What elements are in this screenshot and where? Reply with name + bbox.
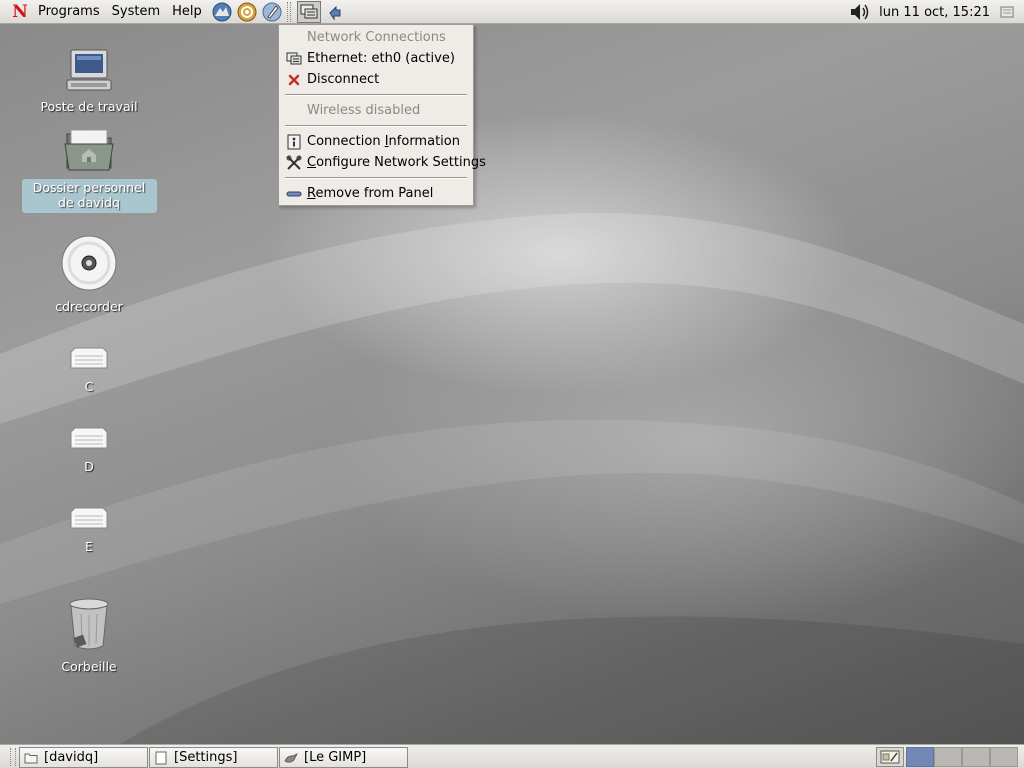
taskbar-button-label: [Settings] [174,750,238,765]
trash-icon [67,596,111,656]
desktop-icon-label: Dossier personnel de davidq [21,179,157,213]
menu-item-connection-information[interactable]: Connection Information [279,131,473,152]
desktop-icon-drive-c[interactable]: C [21,340,157,394]
desktop-icon-computer[interactable]: Poste de travail [21,48,157,114]
desktop-icon-label: Poste de travail [40,99,138,114]
taskbar-button-label: [davidq] [44,750,99,765]
computer-icon [65,48,113,96]
show-desktop-button[interactable] [876,747,904,767]
network-monitor-icon[interactable] [296,0,321,23]
menu-item-label: Ethernet: eth0 (active) [307,51,455,66]
panel-separator [286,1,291,22]
menu-item-ethernet[interactable]: Ethernet: eth0 (active) [279,48,473,69]
desktop-icon-home-folder[interactable]: Dossier personnel de davidq [21,128,157,213]
network-card-icon [286,51,302,67]
show-desktop-icon [880,750,900,764]
taskbar-button-label: [Le GIMP] [304,750,367,765]
desktop-icon-label: E [85,539,93,554]
network-connections-menu: Network Connections Ethernet: eth0 (acti… [278,24,486,206]
drive-icon [69,426,109,456]
desktop-icon-drive-e[interactable]: E [21,500,157,554]
menu-system[interactable]: System [106,0,166,24]
desktop-icon-cdrecorder[interactable]: cdrecorder [21,235,157,314]
text-editor-icon[interactable] [261,1,283,23]
desktop-icon-drive-d[interactable]: D [21,420,157,474]
workspace-1[interactable] [906,747,934,767]
info-document-icon [286,134,302,150]
menu-item-configure-network[interactable]: Configure Network Settings [279,152,486,173]
menu-header-network-connections: Network Connections [307,30,446,45]
menu-help[interactable]: Help [166,0,208,24]
notification-area-icon[interactable] [1000,6,1014,18]
close-icon [286,72,302,88]
taskbar-button-gimp[interactable]: [Le GIMP] [279,747,408,768]
remove-icon [286,186,302,202]
desktop-icon-trash[interactable]: Corbeille [21,598,157,674]
drive-icon [69,506,109,536]
menu-programs[interactable]: Programs [32,0,106,24]
document-icon [154,751,168,765]
menu-item-label: Disconnect [307,72,380,87]
desktop-icon-label: Corbeille [61,659,117,674]
web-browser-icon[interactable] [211,1,233,23]
menu-item-wireless-disabled: Wireless disabled [307,103,421,118]
taskbar-button-settings[interactable]: [Settings] [149,747,278,768]
panel-status-area: lun 11 oct, 15:21 [849,0,1024,24]
workspace-2[interactable] [934,747,962,767]
novell-logo-icon[interactable]: N [8,0,32,24]
home-folder-icon [63,126,115,176]
panel-handle[interactable] [10,748,16,766]
cd-disc-icon [60,234,118,296]
network-settings-icon[interactable] [324,1,346,23]
workspace-4[interactable] [990,747,1018,767]
menu-separator [279,90,473,100]
tools-icon [286,155,302,171]
menu-item-label: Connection Information [307,134,460,149]
folder-icon [24,751,38,765]
panel-clock[interactable]: lun 11 oct, 15:21 [871,5,1000,20]
bottom-panel: [davidq] [Settings] [Le GIMP] [0,744,1024,768]
desktop-icon-label: cdrecorder [55,299,123,314]
taskbar-button-davidq[interactable]: [davidq] [19,747,148,768]
speaker-volume-icon[interactable] [849,2,871,22]
drive-icon [69,346,109,376]
menu-separator [279,173,473,183]
desktop-icon-label: C [84,379,94,394]
menu-item-label: Configure Network Settings [307,155,486,170]
top-panel: N Programs System Help lun 11 oct, 15:21 [0,0,1024,24]
menu-separator [279,121,473,131]
menu-item-remove-from-panel[interactable]: Remove from Panel [279,183,473,204]
desktop-icon-label: D [84,459,94,474]
gimp-icon [284,751,298,765]
workspace-3[interactable] [962,747,990,767]
menu-item-disconnect[interactable]: Disconnect [279,69,473,90]
menu-item-label: Remove from Panel [307,186,434,201]
mail-client-icon[interactable] [236,1,258,23]
